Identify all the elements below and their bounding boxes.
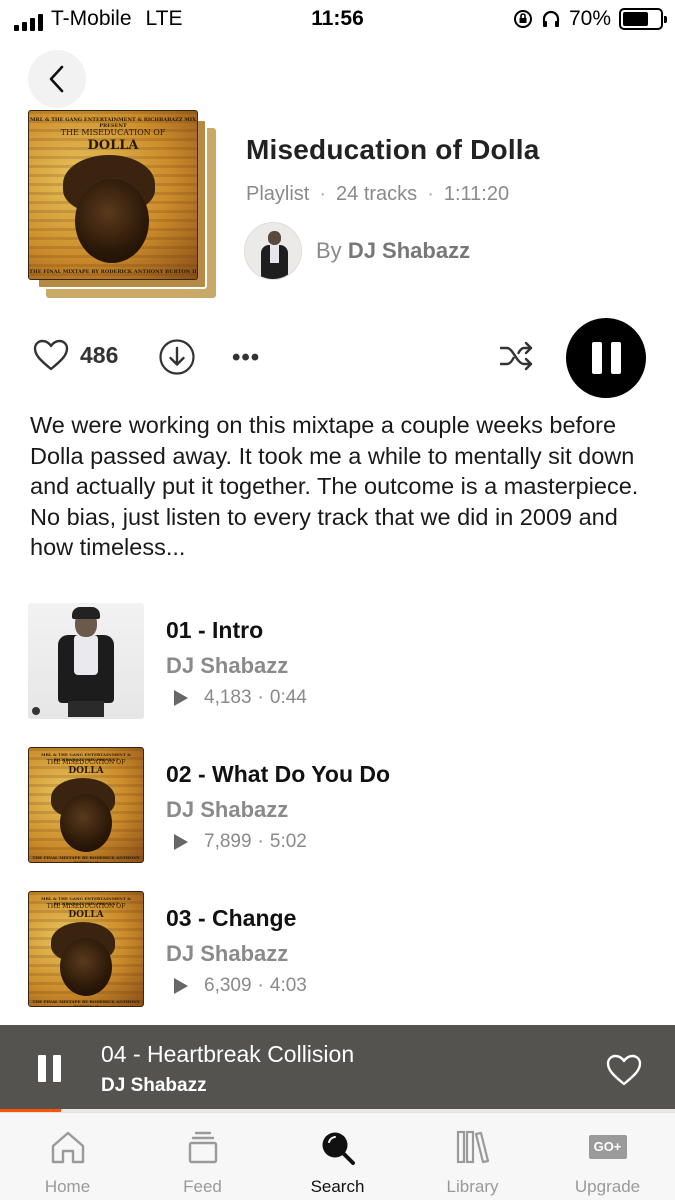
library-icon [456, 1130, 489, 1164]
creator-name: DJ Shabazz [347, 238, 471, 263]
mini-player[interactable]: 04 - Heartbreak Collision DJ Shabazz [0, 1025, 675, 1111]
go-plus-icon: GO+ [588, 1135, 627, 1159]
meta-separator: · [319, 183, 327, 205]
playlist-title: Miseducation of Dolla [246, 134, 540, 165]
track-row[interactable]: MRL & THE GANG ENTERTAINMENT & RICHBABAZ… [28, 891, 648, 1009]
home-icon [51, 1131, 84, 1164]
stats-separator: · [257, 975, 264, 996]
track-duration: 4:03 [269, 975, 307, 996]
creator-by: By DJ Shabazz [316, 238, 470, 264]
track-title: 02 - What Do You Do [166, 761, 391, 787]
like-count: 486 [80, 341, 119, 368]
tab-label: Upgrade [574, 1177, 641, 1196]
more-options-button[interactable]: ••• [232, 344, 260, 372]
tab-home[interactable]: Home [0, 1113, 135, 1200]
play-count-icon [174, 978, 188, 994]
back-button[interactable] [28, 50, 86, 108]
track-artist: DJ Shabazz [166, 653, 289, 678]
pause-icon-bar [53, 1055, 61, 1082]
playlist-track-count: 24 tracks [336, 183, 418, 205]
track-stats: 7,899 · 5:02 [174, 831, 307, 853]
pause-button[interactable] [566, 318, 646, 398]
meta-separator: · [427, 183, 434, 205]
download-icon [159, 339, 195, 375]
cover-line1: THE MISEDUCATION OF [60, 128, 166, 137]
now-playing-title: 04 - Heartbreak Collision [101, 1041, 355, 1067]
by-label: By [316, 238, 342, 263]
track-plays: 4,183 [204, 687, 252, 708]
playlist-duration: 1:11:20 [443, 183, 510, 205]
feed-icon [188, 1131, 217, 1164]
battery-fill [623, 12, 649, 26]
playlist-type: Playlist [246, 183, 310, 205]
now-playing-artist: DJ Shabazz [101, 1075, 207, 1096]
track-artist: DJ Shabazz [166, 941, 289, 966]
playlist-meta: Playlist · 24 tracks · 1:11:20 [246, 183, 509, 206]
shuffle-button[interactable] [498, 338, 536, 379]
cover-line2: DOLLA [68, 910, 104, 920]
playlist-actions: 486 ••• [30, 318, 650, 398]
tab-upgrade[interactable]: GO+ Upgrade [540, 1113, 675, 1200]
tab-feed[interactable]: Feed [135, 1113, 270, 1200]
track-duration: 0:44 [269, 687, 307, 708]
playlist-artwork: MRL & THE GANG ENTERTAINMENT & RICHBABAZ… [28, 110, 218, 300]
album-cover: MRL & THE GANG ENTERTAINMENT & RICHBABAZ… [28, 110, 198, 280]
tab-label: Feed [183, 1177, 222, 1196]
play-count-icon [174, 834, 188, 850]
stats-separator: · [257, 831, 264, 852]
shuffle-icon [499, 341, 533, 371]
cover-line1: THE MISEDUCATION OF [46, 759, 126, 766]
track-stats: 6,309 · 4:03 [174, 975, 307, 997]
stats-separator: · [257, 687, 264, 708]
tab-label: Search [310, 1177, 365, 1196]
status-bar: T-Mobile LTE 11:56 70% [0, 0, 675, 40]
heart-icon [33, 339, 69, 371]
tab-bar: Home Feed Search Library GO+ Upgrade [0, 1112, 675, 1200]
track-title: 03 - Change [166, 905, 297, 931]
mini-like-button[interactable] [605, 1053, 643, 1092]
pause-icon-bar [38, 1055, 46, 1082]
pause-icon-bar [591, 342, 602, 374]
tab-label: Home [44, 1177, 91, 1196]
play-count-icon [174, 690, 188, 706]
battery-percent: 70% [568, 7, 611, 30]
search-icon [322, 1132, 355, 1165]
cover-bottom-line: THE FINAL MIXTAPE BY RODERICK ANTHONY BU… [32, 855, 140, 863]
avatar [244, 222, 302, 280]
track-stats: 4,183 · 0:44 [174, 687, 307, 709]
track-thumb [28, 603, 144, 719]
tab-search[interactable]: Search [270, 1113, 405, 1200]
track-plays: 7,899 [204, 831, 252, 852]
cover-bottom-line: THE FINAL MIXTAPE BY RODERICK ANTHONY BU… [32, 999, 140, 1007]
track-row[interactable]: MRL & THE GANG ENTERTAINMENT & RICHBABAZ… [28, 747, 648, 865]
like-button[interactable]: 486 [32, 338, 118, 372]
track-artist: DJ Shabazz [166, 797, 289, 822]
download-button[interactable] [158, 338, 196, 381]
orientation-lock-icon [513, 10, 532, 28]
creator-link[interactable]: By DJ Shabazz [244, 222, 470, 280]
chevron-left-icon [49, 65, 64, 93]
pause-icon-bar [610, 342, 621, 374]
cover-line1: THE MISEDUCATION OF [46, 903, 126, 910]
cover-bottom-line: THE FINAL MIXTAPE BY RODERICK ANTHONY BU… [29, 269, 197, 275]
tab-label: Library [446, 1177, 499, 1196]
headphones-icon [542, 10, 560, 27]
tab-library[interactable]: Library [405, 1113, 540, 1200]
track-row[interactable]: 01 - Intro DJ Shabazz 4,183 · 0:44 [28, 603, 648, 721]
track-plays: 6,309 [204, 975, 252, 996]
playlist-description[interactable]: We were working on this mixtape a couple… [30, 410, 650, 563]
mini-pause-button[interactable] [38, 1055, 61, 1082]
status-right: 70% [513, 7, 667, 31]
battery-icon [619, 8, 667, 30]
track-thumb: MRL & THE GANG ENTERTAINMENT & RICHBABAZ… [28, 891, 144, 1007]
track-thumb: MRL & THE GANG ENTERTAINMENT & RICHBABAZ… [28, 747, 144, 863]
track-duration: 5:02 [269, 831, 307, 852]
cover-face [75, 179, 149, 263]
heart-icon [606, 1054, 642, 1086]
track-title: 01 - Intro [166, 617, 264, 643]
cover-line2: DOLLA [68, 766, 104, 776]
cover-line2: DOLLA [87, 138, 139, 153]
